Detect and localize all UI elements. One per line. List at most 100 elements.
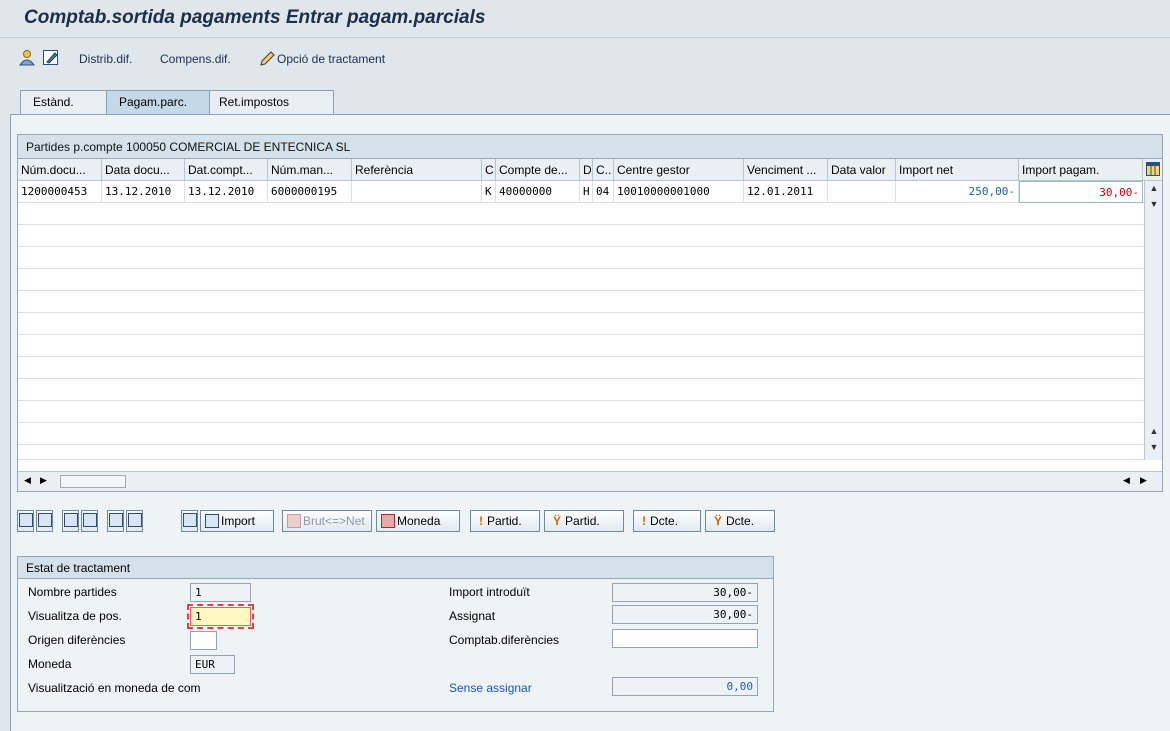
cell-data-valor[interactable]	[828, 181, 896, 203]
col-d[interactable]: D	[580, 159, 593, 181]
cell-centre-gestor[interactable]: 10010000001000	[614, 181, 744, 203]
deselect-all-button[interactable]	[81, 510, 98, 532]
scroll-down-icon[interactable]: ▼	[1147, 199, 1161, 213]
table-row-empty	[18, 291, 1144, 313]
cell-c2[interactable]: 04	[593, 181, 614, 203]
partid-label: Partid.	[487, 514, 522, 528]
table-row-empty	[18, 313, 1144, 335]
select-block-icon	[64, 513, 78, 527]
scroll-up-icon[interactable]: ▲	[1147, 183, 1161, 197]
cell-d[interactable]: H	[580, 181, 593, 203]
print-icon	[109, 513, 123, 527]
cell-import-pagam[interactable]: 30,00-	[1019, 181, 1143, 203]
cell-import-net[interactable]: 250,00-	[896, 181, 1019, 203]
partid-label: Partid.	[565, 514, 600, 528]
calculator-icon	[287, 514, 301, 528]
scroll-up-icon[interactable]: ▲	[1147, 426, 1161, 440]
tab-ret-impostos[interactable]: Ret.impostos	[206, 90, 334, 114]
cell-c[interactable]: K	[482, 181, 496, 203]
select-block-button[interactable]	[62, 510, 79, 532]
select-all-button[interactable]	[36, 510, 53, 532]
filter-icon	[128, 513, 142, 527]
import-introduit-label: Import introduït	[449, 585, 530, 599]
find-import-button[interactable]: Import	[200, 510, 274, 532]
moneda-label: Moneda	[397, 514, 441, 528]
details-button[interactable]	[17, 510, 34, 532]
cell-num-mandat[interactable]: 6000000195	[268, 181, 352, 203]
col-num-mandat[interactable]: Núm.man...	[268, 159, 352, 181]
visualitza-pos-input[interactable]: 1	[187, 604, 254, 629]
table-row-empty	[18, 335, 1144, 357]
brut-net-label: Brut<=>Net	[303, 514, 365, 528]
edit-icon[interactable]	[42, 49, 60, 67]
page-title: Comptab.sortida pagaments Entrar pagam.p…	[24, 7, 486, 28]
table-row-empty	[18, 247, 1144, 269]
dcte-filter-button[interactable]: Ÿ Dcte.	[705, 510, 775, 532]
find-button[interactable]	[181, 510, 198, 532]
tab-estand[interactable]: Estànd.	[20, 90, 110, 114]
binoculars-icon	[183, 513, 197, 527]
status-panel-title: Estat de tractament	[18, 557, 773, 579]
table-row-empty	[18, 203, 1144, 225]
partid-sort-asc-button[interactable]: ǃ Partid.	[470, 510, 540, 532]
col-c2[interactable]: C..	[593, 159, 614, 181]
col-compte[interactable]: Compte de...	[496, 159, 580, 181]
moneda-label: Moneda	[28, 657, 72, 671]
distrib-dif-button[interactable]: Distrib.dif.	[79, 52, 132, 66]
sort-descending-icon: Ÿ	[553, 514, 562, 528]
nombre-partides-field: 1	[190, 583, 251, 602]
comptab-diferencies-input[interactable]	[612, 629, 758, 648]
vertical-scrollbar[interactable]: ▲ ▼ ▲ ▼	[1144, 181, 1162, 460]
col-import-pagam[interactable]: Import pagam.	[1019, 159, 1143, 181]
col-data-document[interactable]: Data docu...	[102, 159, 185, 181]
col-c[interactable]: C	[482, 159, 496, 181]
col-num-document[interactable]: Núm.docu...	[18, 159, 102, 181]
print-button[interactable]	[107, 510, 124, 532]
scroll-left-icon[interactable]: ◀	[1123, 475, 1130, 486]
processing-status-panel: Estat de tractament Nombre partides 1 Vi…	[17, 556, 774, 712]
col-data-valor[interactable]: Data valor	[828, 159, 896, 181]
table-row-empty	[18, 225, 1144, 247]
sense-assignar-field: 0,00	[612, 677, 758, 696]
cell-data-document[interactable]: 13.12.2010	[102, 181, 185, 203]
origen-diferencies-input[interactable]	[190, 631, 217, 650]
table-row[interactable]: 1200000453 13.12.2010 13.12.2010 6000000…	[18, 181, 1144, 203]
opcio-tractament-button[interactable]: Opció de tractament	[277, 52, 385, 66]
horizontal-scrollbar[interactable]: ◀ ▶ ◀ ▶	[18, 471, 1162, 491]
col-centre-gestor[interactable]: Centre gestor	[614, 159, 744, 181]
grid-rows: 1200000453 13.12.2010 13.12.2010 6000000…	[18, 181, 1144, 460]
table-row-empty	[18, 445, 1144, 460]
column-layout-icon[interactable]	[1146, 162, 1160, 176]
partid-filter-button[interactable]: Ÿ Partid.	[544, 510, 624, 532]
scroll-left-icon[interactable]: ◀	[24, 475, 31, 486]
col-referencia[interactable]: Referència	[352, 159, 482, 181]
moneda-com-label: Visualització en moneda de com	[28, 681, 201, 695]
dcte-label: Dcte.	[650, 514, 679, 528]
scroll-thumb[interactable]	[60, 475, 126, 488]
calculator-icon	[381, 514, 395, 528]
person-icon[interactable]	[18, 49, 36, 67]
filter-button[interactable]	[126, 510, 143, 532]
tab-pagam-parc[interactable]: Pagam.parc.	[106, 90, 210, 114]
cell-compte[interactable]: 40000000	[496, 181, 580, 203]
cell-data-comptable[interactable]: 13.12.2010	[185, 181, 268, 203]
open-items-grid: Partides p.compte 100050 COMERCIAL DE EN…	[17, 134, 1163, 492]
moneda-button[interactable]: Moneda	[376, 510, 460, 532]
cell-num-document[interactable]: 1200000453	[18, 181, 102, 203]
cell-referencia[interactable]	[352, 181, 482, 203]
scroll-right-icon[interactable]: ▶	[40, 475, 47, 486]
sort-ascending-icon: ǃ	[642, 514, 646, 528]
scroll-down-icon[interactable]: ▼	[1147, 442, 1161, 456]
compens-dif-button[interactable]: Compens.dif.	[160, 52, 231, 66]
scroll-right-icon[interactable]: ▶	[1140, 475, 1147, 486]
col-data-comptable[interactable]: Dat.compt...	[185, 159, 268, 181]
cell-venciment[interactable]: 12.01.2011	[744, 181, 828, 203]
col-venciment[interactable]: Venciment ...	[744, 159, 828, 181]
dcte-sort-asc-button[interactable]: ǃ Dcte.	[633, 510, 701, 532]
sort-ascending-icon: ǃ	[479, 514, 483, 528]
binoculars-icon	[205, 514, 219, 528]
col-import-net[interactable]: Import net	[896, 159, 1019, 181]
table-row-empty	[18, 423, 1144, 445]
brut-net-button[interactable]: Brut<=>Net	[282, 510, 372, 532]
visualitza-pos-label: Visualitza de pos.	[28, 609, 122, 623]
